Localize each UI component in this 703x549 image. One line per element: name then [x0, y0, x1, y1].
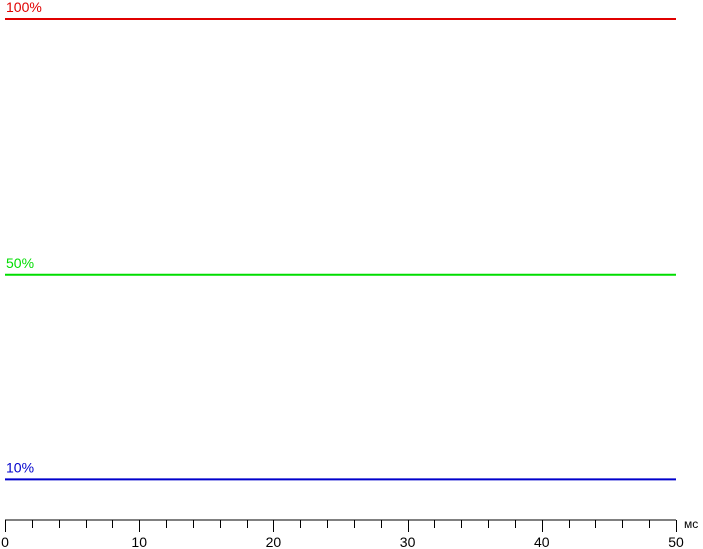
x-tick-label: 50 — [668, 534, 684, 549]
x-tick-label: 40 — [534, 534, 550, 549]
series-label-1: 50% — [6, 255, 34, 271]
x-axis: 0 10 20 30 40 50 — [1, 519, 684, 549]
x-tick-label: 20 — [266, 534, 282, 549]
chart: 100% 50% 10% 0 10 20 30 40 50 мс — [1, 0, 698, 549]
series-label-0: 100% — [6, 0, 42, 15]
x-axis-unit-label: мс — [684, 517, 698, 531]
x-tick-label: 30 — [400, 534, 416, 549]
x-tick-label: 10 — [131, 534, 147, 549]
series-label-2: 10% — [6, 459, 34, 475]
x-tick-label: 0 — [1, 534, 9, 549]
series-layer: 100% 50% 10% — [5, 0, 676, 481]
